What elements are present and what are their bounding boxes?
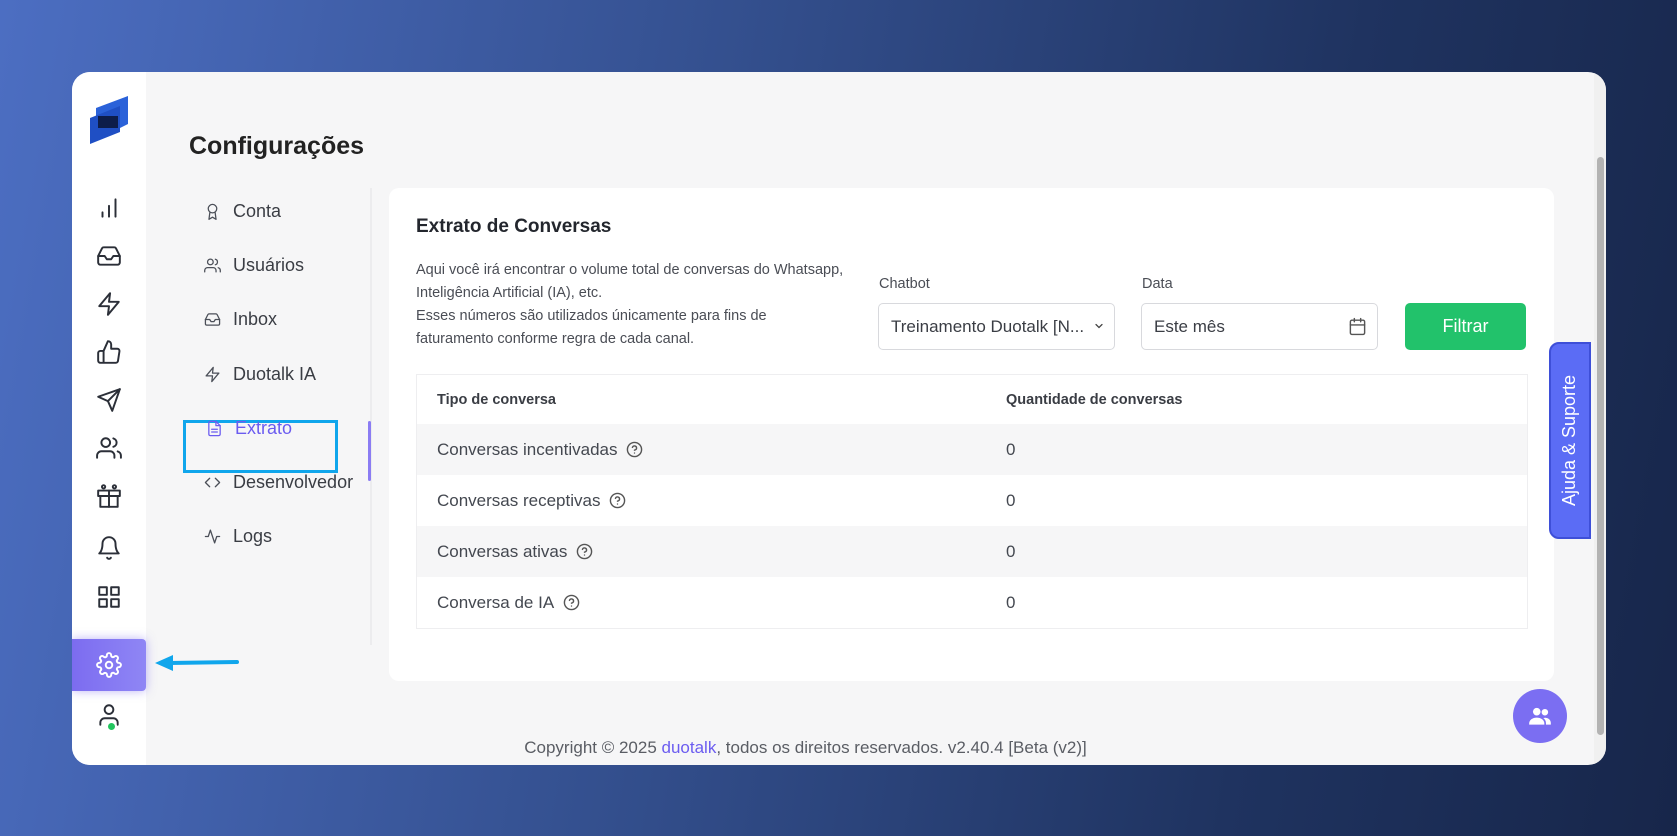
row-type-cell: Conversas ativas xyxy=(417,542,1006,562)
gift-icon xyxy=(97,484,121,508)
rail-profile[interactable] xyxy=(72,692,146,738)
footer-brand-link[interactable]: duotalk xyxy=(662,738,717,757)
rail-contacts[interactable] xyxy=(72,425,146,471)
submenu-item-desenvolvedor[interactable]: Desenvolvedor xyxy=(182,457,372,507)
row-count-cell: 0 xyxy=(1006,439,1016,459)
rail-integrations[interactable] xyxy=(72,473,146,519)
award-icon xyxy=(207,203,218,220)
send-icon xyxy=(97,388,121,412)
row-type-cell: Conversas incentivadas xyxy=(417,440,1006,460)
column-header-type: Tipo de conversa xyxy=(437,391,556,408)
extrato-card: Extrato de Conversas Aqui você irá encon… xyxy=(389,188,1554,681)
help-circle-icon[interactable] xyxy=(576,543,593,560)
rail-notifications[interactable] xyxy=(72,525,146,571)
duotalk-logo[interactable] xyxy=(86,94,134,144)
footer-version: , todos os direitos reservados. v2.40.4 … xyxy=(716,738,1087,757)
users-icon xyxy=(204,257,221,273)
submenu-item-label: Desenvolvedor xyxy=(233,471,354,492)
inbox-icon xyxy=(204,312,221,326)
submenu-item-logs[interactable]: Logs xyxy=(182,511,372,561)
table-row: Conversa de IA 0 xyxy=(417,577,1527,628)
team-chat-button[interactable] xyxy=(1513,689,1567,743)
filter-button[interactable]: Filtrar xyxy=(1405,303,1526,350)
rail-feedback[interactable] xyxy=(72,329,146,375)
help-circle-icon[interactable] xyxy=(563,594,580,611)
zap-icon xyxy=(205,366,220,382)
users-icon xyxy=(96,437,122,459)
chatbot-label: Chatbot xyxy=(879,276,930,292)
submenu-item-extrato[interactable]: Extrato xyxy=(184,403,334,453)
row-count-cell: 0 xyxy=(1006,490,1016,510)
date-picker-input[interactable]: Este mês xyxy=(1141,303,1378,350)
submenu-item-duotalk-ia[interactable]: Duotalk IA xyxy=(182,349,372,399)
rail-apps[interactable] xyxy=(72,574,146,620)
description-line: faturamento conforme regra de cada canal… xyxy=(416,331,695,347)
column-header-count: Quantidade de conversas xyxy=(1006,391,1183,408)
row-count-cell: 0 xyxy=(1006,541,1016,561)
rail-dashboard[interactable] xyxy=(72,185,146,231)
bell-icon xyxy=(98,536,120,560)
submenu-item-conta[interactable]: Conta xyxy=(182,186,372,236)
help-support-tab[interactable]: Ajuda & Suporte xyxy=(1549,342,1591,539)
row-count-cell: 0 xyxy=(1006,592,1016,612)
row-type-cell: Conversas receptivas xyxy=(417,491,1006,511)
help-circle-icon[interactable] xyxy=(626,441,643,458)
help-support-label: Ajuda & Suporte xyxy=(1559,374,1580,507)
submenu-item-label: Logs xyxy=(233,525,273,546)
footer: Copyright © 2025 duotalk, todos os direi… xyxy=(72,738,1465,758)
rail-automation[interactable] xyxy=(72,281,146,327)
inbox-icon xyxy=(97,246,121,266)
footer-copyright: Copyright © 2025 xyxy=(524,738,662,757)
chevron-down-icon xyxy=(1095,323,1103,329)
code-icon xyxy=(204,477,221,487)
bar-chart-icon xyxy=(101,198,117,218)
table-row: Conversas incentivadas 0 xyxy=(417,424,1527,475)
card-title: Extrato de Conversas xyxy=(416,216,612,237)
row-type-label: Conversa de IA xyxy=(437,592,555,612)
file-text-icon xyxy=(208,420,221,436)
submenu-item-label: Duotalk IA xyxy=(233,363,317,384)
row-type-label: Conversas incentivadas xyxy=(437,439,618,459)
submenu-item-usuarios[interactable]: Usuários xyxy=(182,240,372,290)
row-type-cell: Conversa de IA xyxy=(417,593,1006,613)
table-row: Conversas ativas 0 xyxy=(417,526,1527,577)
calendar-icon[interactable] xyxy=(1348,317,1367,336)
online-status-dot xyxy=(106,721,117,732)
submenu-item-label: Conta xyxy=(233,200,282,221)
users-group-icon xyxy=(1529,707,1551,725)
zap-icon xyxy=(98,292,120,316)
chatbot-select[interactable]: Treinamento Duotalk [N... xyxy=(878,303,1115,350)
table-row: Conversas receptivas 0 xyxy=(417,475,1527,526)
date-label: Data xyxy=(1142,276,1173,292)
description-line: Aqui você irá encontrar o volume total d… xyxy=(416,262,844,278)
scrollbar-thumb[interactable] xyxy=(1597,157,1604,735)
description-line: Esses números são utilizados únicamente … xyxy=(416,308,767,324)
sidebar-rail xyxy=(72,72,146,765)
page-scrollbar[interactable] xyxy=(1594,72,1606,765)
date-value: Este mês xyxy=(1154,316,1225,336)
rail-inbox[interactable] xyxy=(72,233,146,279)
card-description: Aqui você irá encontrar o volume total d… xyxy=(416,259,886,351)
submenu-item-label: Usuários xyxy=(233,254,305,275)
page-title: Configurações xyxy=(189,132,365,160)
activity-icon xyxy=(204,528,221,544)
row-type-label: Conversas ativas xyxy=(437,541,568,561)
table-header: Tipo de conversa Quantidade de conversas xyxy=(417,375,1527,424)
submenu-item-label: Extrato xyxy=(235,417,293,438)
rail-settings[interactable] xyxy=(72,639,146,691)
help-circle-icon[interactable] xyxy=(609,492,626,509)
chatbot-selected-value: Treinamento Duotalk [N... xyxy=(891,316,1085,336)
conversations-table: Tipo de conversa Quantidade de conversas… xyxy=(416,374,1528,629)
grid-icon xyxy=(98,586,120,608)
submenu-item-label: Inbox xyxy=(233,308,278,329)
description-line: Inteligência Artificial (IA), etc. xyxy=(416,285,603,301)
app-window: Configurações Conta Usuários Inbox Duota… xyxy=(72,72,1606,765)
annotation-arrow xyxy=(155,655,239,671)
submenu-item-inbox[interactable]: Inbox xyxy=(182,294,372,344)
gear-icon xyxy=(96,652,122,678)
row-type-label: Conversas receptivas xyxy=(437,490,601,510)
rail-campaigns[interactable] xyxy=(72,377,146,423)
thumbs-up-icon xyxy=(97,340,121,364)
